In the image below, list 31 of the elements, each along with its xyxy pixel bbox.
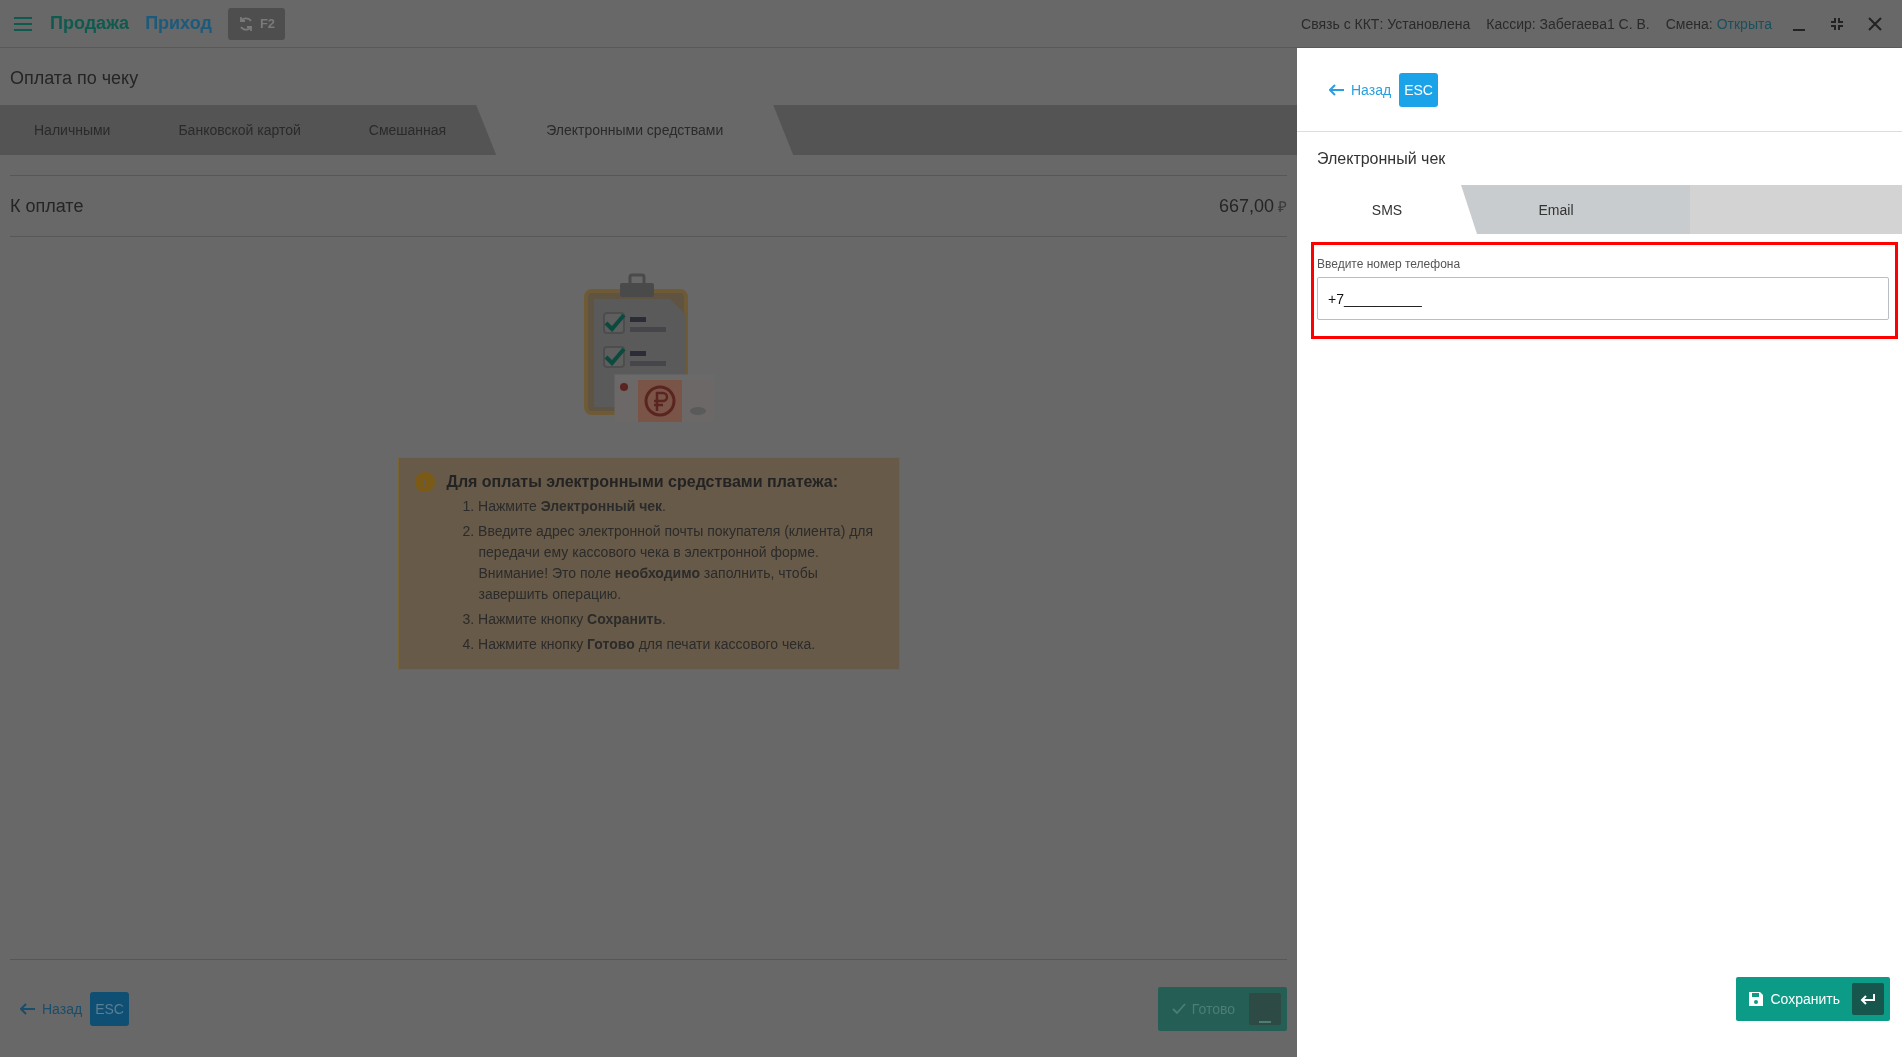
receipt-tab[interactable]: SMS — [1297, 185, 1477, 234]
instruction-step: 1. Нажмите Электронный чек. — [462, 496, 885, 517]
shift-status: Открыта — [1716, 15, 1772, 32]
amount-label: К оплате — [10, 195, 84, 217]
currency-sign: ₽ — [1278, 197, 1287, 215]
mode-link[interactable]: Приход — [145, 13, 212, 34]
info-icon — [414, 472, 435, 492]
back-arrow-icon — [20, 1002, 36, 1015]
instruction-step: 3. Нажмите кнопку Сохранить. — [462, 609, 885, 630]
back-button[interactable]: Назад ESC — [1329, 72, 1438, 107]
phone-input[interactable]: +7__________ — [1317, 277, 1889, 320]
save-icon — [1748, 991, 1765, 1007]
payment-tab[interactable]: Электронными средствами — [476, 105, 794, 155]
cashier-name: Кассир: Забегаева1 С. В. — [1486, 15, 1650, 32]
refresh-icon — [237, 15, 254, 32]
shift-label: Смена: — [1665, 15, 1713, 32]
back-button[interactable]: Назад ESC — [20, 991, 129, 1026]
instruction-step: 4. Нажмите кнопку Готово для печати кассового чека. — [462, 634, 885, 655]
info-title: Для оплаты электронными средствами платежа: — [446, 473, 838, 491]
panel-title: Электронный чек — [1316, 149, 1447, 169]
amount-value: 667,00 — [1218, 195, 1274, 216]
field-label: Введите номер телефона — [1317, 257, 1462, 271]
back-arrow-icon — [1329, 83, 1345, 96]
key-icon — [1249, 992, 1281, 1025]
connection-status: Связь с ККТ: Установлена — [1301, 15, 1471, 32]
page-title: Оплата по чеку — [9, 67, 140, 90]
enter-key-icon — [1852, 983, 1884, 1015]
save-button[interactable]: Сохранить — [1736, 977, 1890, 1021]
check-icon — [1171, 1002, 1186, 1015]
instruction-step: 2. Введите адрес электронной почты покупателя (клиента) для передачи ему кассового чека в электронной форме. Внимание! Это поле необходимо заполнить, чтобы завершить операцию. — [462, 521, 885, 605]
mode-link[interactable]: Продажа — [50, 13, 130, 34]
